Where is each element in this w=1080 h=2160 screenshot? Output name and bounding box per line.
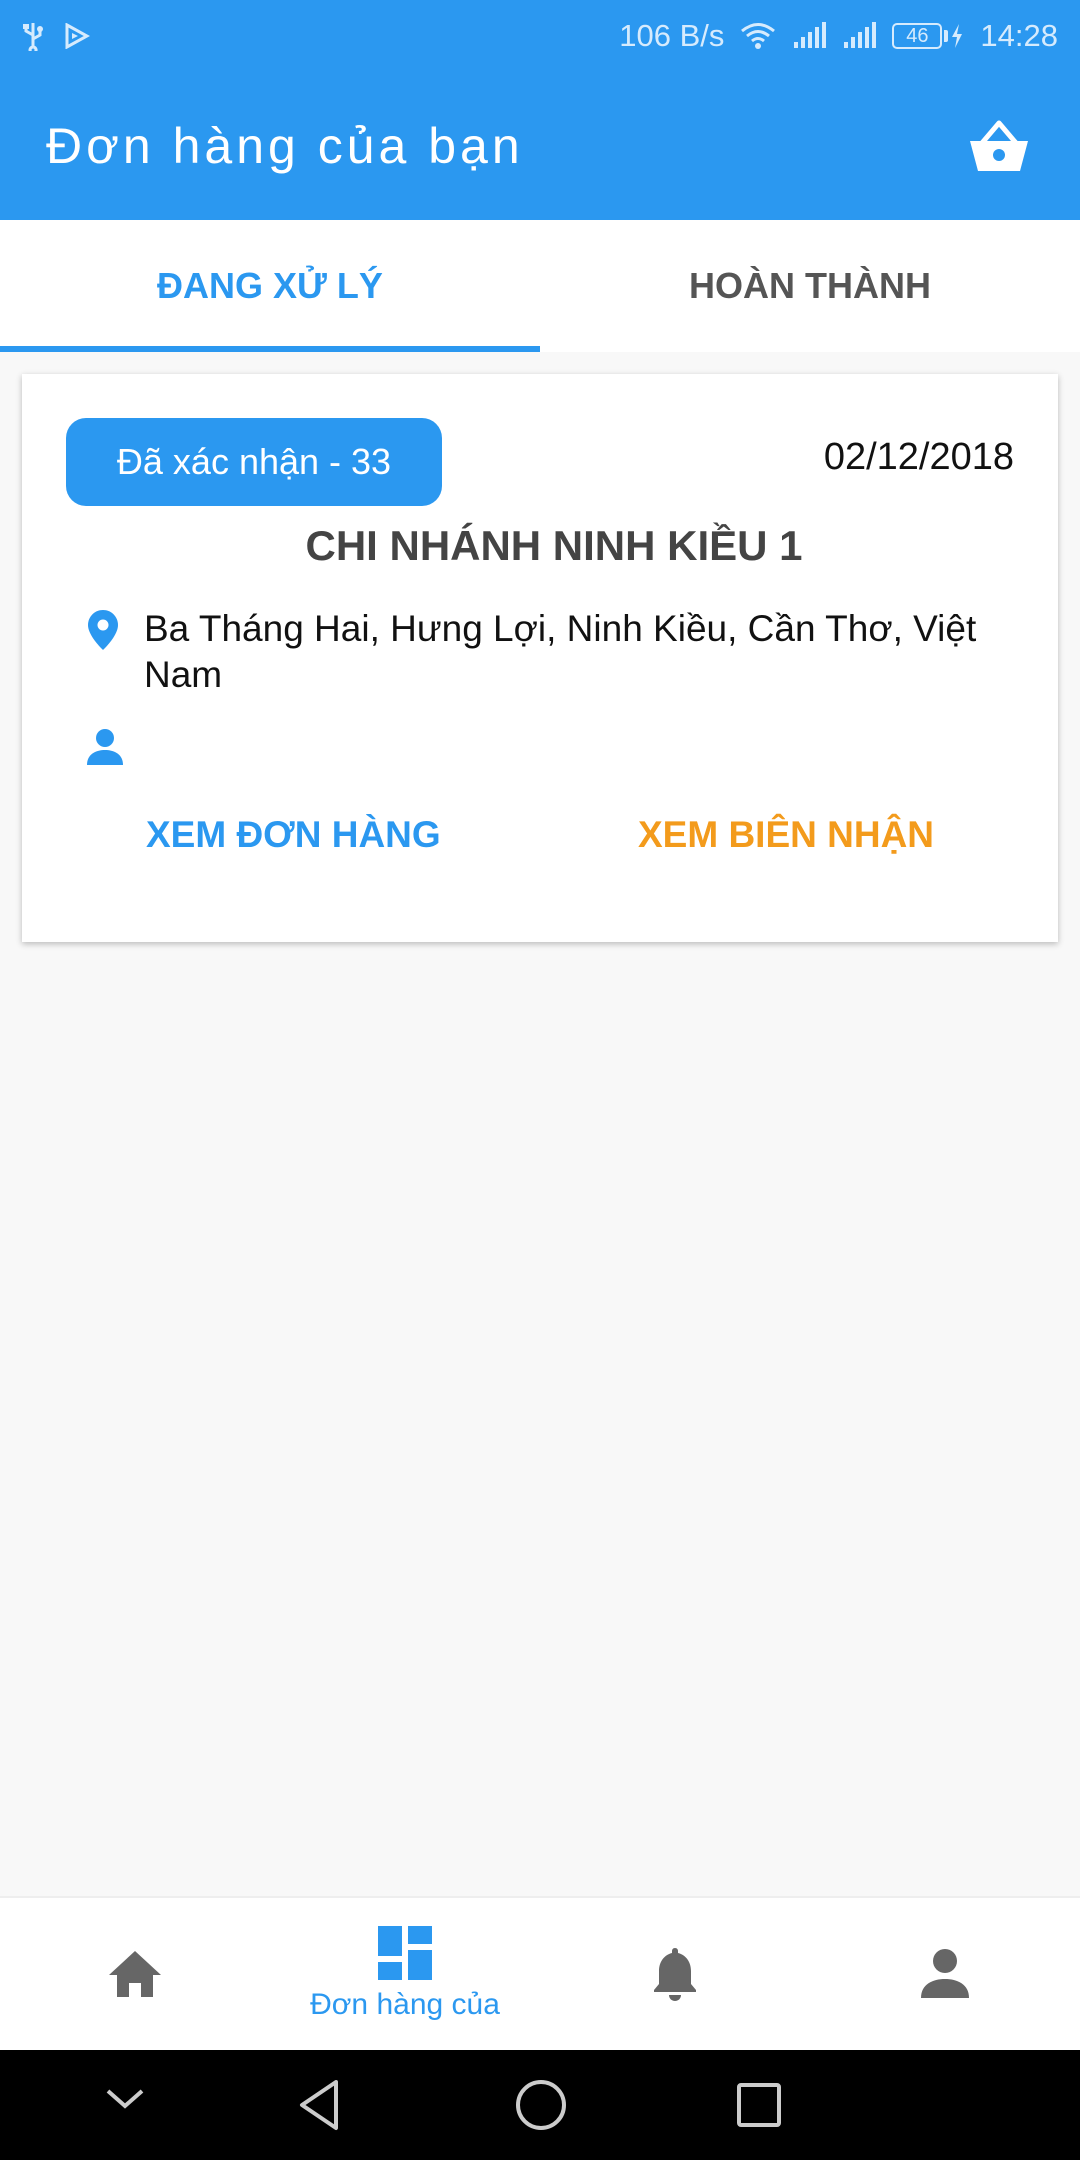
- usb-icon: [22, 21, 44, 51]
- system-nav-bar: [0, 2050, 1080, 2160]
- battery-level: 46: [892, 23, 943, 49]
- nav-orders[interactable]: Đơn hàng của: [270, 1898, 540, 2050]
- signal-icon: [842, 22, 877, 50]
- chevron-down-icon[interactable]: [104, 2086, 146, 2112]
- signal-icon: [792, 22, 827, 50]
- app-bar: Đơn hàng của bạn: [0, 72, 1080, 220]
- address-row: Ba Tháng Hai, Hưng Lợi, Ninh Kiều, Cần T…: [88, 606, 1028, 698]
- home-icon: [109, 1951, 161, 1997]
- person-icon: [86, 728, 126, 768]
- battery-icon: 46: [892, 23, 964, 49]
- play-store-icon: [64, 23, 90, 49]
- network-speed: 106 B/s: [619, 18, 725, 53]
- dashboard-icon: [378, 1926, 432, 1980]
- back-icon[interactable]: [296, 2078, 342, 2132]
- nav-profile[interactable]: [810, 1898, 1080, 2050]
- nav-notifications[interactable]: [540, 1898, 810, 2050]
- status-badge: Đã xác nhận - 33: [66, 418, 442, 506]
- tab-completed[interactable]: HOÀN THÀNH: [540, 220, 1080, 352]
- location-pin-icon: [88, 606, 124, 698]
- view-receipt-button[interactable]: XEM BIÊN NHẬN: [638, 814, 934, 856]
- order-tabs: ĐANG XỬ LÝ HOÀN THÀNH: [0, 220, 1080, 352]
- nav-home[interactable]: [0, 1898, 270, 2050]
- view-order-button[interactable]: XEM ĐƠN HÀNG: [146, 814, 441, 856]
- nav-orders-label: Đơn hàng của: [310, 1988, 500, 2021]
- order-date: 02/12/2018: [823, 436, 1014, 478]
- page-title: Đơn hàng của bạn: [46, 118, 524, 174]
- cart-button[interactable]: [964, 111, 1034, 181]
- wifi-icon: [740, 22, 776, 50]
- tab-processing[interactable]: ĐANG XỬ LÝ: [0, 220, 540, 352]
- basket-icon: [970, 120, 1028, 171]
- branch-name: CHI NHÁNH NINH KIỀU 1: [305, 522, 803, 569]
- person-icon: [921, 1949, 969, 1998]
- bottom-nav: Đơn hàng của: [0, 1896, 1080, 2050]
- clock: 14:28: [980, 18, 1058, 53]
- address-text: Ba Tháng Hai, Hưng Lợi, Ninh Kiều, Cần T…: [144, 608, 977, 695]
- recents-icon[interactable]: [736, 2082, 782, 2128]
- status-bar: 106 B/s 46 14:28: [0, 0, 1080, 72]
- bell-icon: [654, 1948, 696, 2001]
- order-card: Đã xác nhận - 33 02/12/2018 CHI NHÁNH NI…: [22, 374, 1058, 942]
- home-button-icon[interactable]: [514, 2078, 568, 2132]
